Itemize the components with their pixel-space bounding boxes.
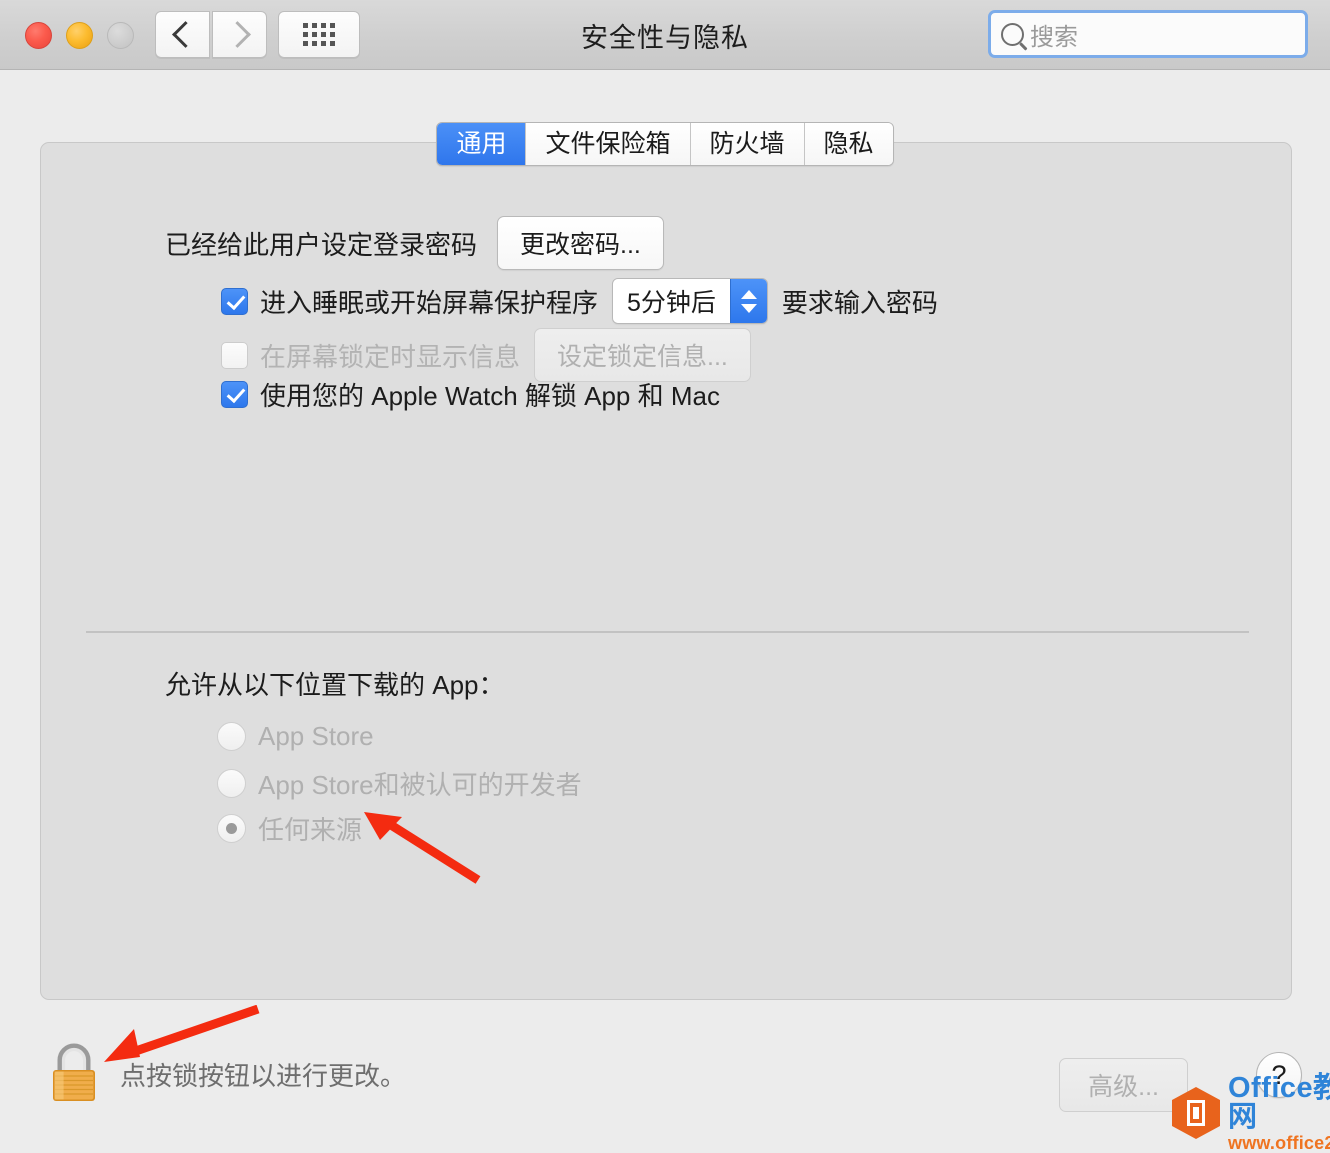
password-delay-stepper[interactable]: 5分钟后 [612, 278, 768, 324]
radio-app-store[interactable] [217, 722, 246, 751]
require-password-row: 进入睡眠或开始屏幕保护程序 5分钟后 要求输入密码 [221, 278, 938, 324]
lock-message-label: 在屏幕锁定时显示信息 [260, 341, 521, 372]
stepper-arrows[interactable] [729, 279, 767, 323]
chevron-up-icon[interactable] [740, 289, 757, 299]
apple-watch-label: 使用您的 Apple Watch 解锁 App 和 Mac [260, 381, 720, 411]
set-lock-message-button[interactable]: 设定锁定信息... [534, 328, 751, 382]
watermark-url: www.office26.com [1228, 1133, 1330, 1153]
tab-filevault[interactable]: 文件保险箱 [525, 123, 690, 165]
require-password-label: 进入睡眠或开始屏幕保护程序 [260, 287, 599, 318]
lock-hint-text: 点按锁按钮以进行更改。 [120, 1060, 407, 1091]
watermark-title: Office教程网 [1228, 1072, 1330, 1133]
radio-row-app-store: App Store [217, 721, 374, 752]
chevron-down-icon[interactable] [740, 303, 757, 313]
require-password-suffix: 要求输入密码 [781, 287, 938, 318]
lock-message-row: 在屏幕锁定时显示信息 设定锁定信息... [221, 328, 751, 382]
radio-app-store-identified-label: App Store和被认可的开发者 [258, 770, 582, 800]
search-placeholder: 搜索 [1030, 23, 1078, 51]
password-status-row: 已经给此用户设定登录密码 更改密码... [165, 216, 664, 270]
password-status-label: 已经给此用户设定登录密码 [165, 229, 478, 260]
office-logo-icon [1172, 1087, 1220, 1139]
radio-app-store-identified[interactable] [217, 769, 246, 798]
section-divider [86, 631, 1249, 633]
tab-privacy[interactable]: 隐私 [803, 123, 893, 165]
tab-general[interactable]: 通用 [437, 123, 526, 165]
require-password-checkbox[interactable] [221, 287, 248, 315]
window-titlebar: 安全性与隐私 搜索 [0, 0, 1330, 70]
radio-anywhere[interactable] [217, 814, 246, 843]
download-sources-title: 允许从以下位置下载的 App： [165, 670, 505, 700]
apple-watch-checkbox[interactable] [221, 381, 248, 408]
radio-app-store-label: App Store [258, 721, 374, 751]
search-icon [1001, 22, 1024, 46]
lock-message-checkbox[interactable] [221, 341, 248, 369]
radio-anywhere-label: 任何来源 [258, 815, 363, 845]
change-password-button[interactable]: 更改密码... [497, 216, 664, 270]
password-delay-value: 5分钟后 [613, 279, 730, 323]
watermark: Office教程网 www.office26.com [1168, 1074, 1330, 1152]
search-field[interactable]: 搜索 [988, 10, 1308, 58]
apple-watch-row: 使用您的 Apple Watch 解锁 App 和 Mac [221, 376, 720, 413]
radio-row-app-store-identified: App Store和被认可的开发者 [217, 765, 582, 802]
lock-control[interactable]: 点按锁按钮以进行更改。 [48, 1042, 406, 1106]
tab-bar: 通用 文件保险箱 防火墙 隐私 [0, 122, 1330, 166]
tab-firewall[interactable]: 防火墙 [689, 123, 804, 165]
general-settings-panel: 已经给此用户设定登录密码 更改密码... 进入睡眠或开始屏幕保护程序 5分钟后 … [40, 142, 1292, 1000]
closed-padlock-icon[interactable] [48, 1042, 100, 1106]
radio-row-anywhere: 任何来源 [217, 810, 362, 847]
